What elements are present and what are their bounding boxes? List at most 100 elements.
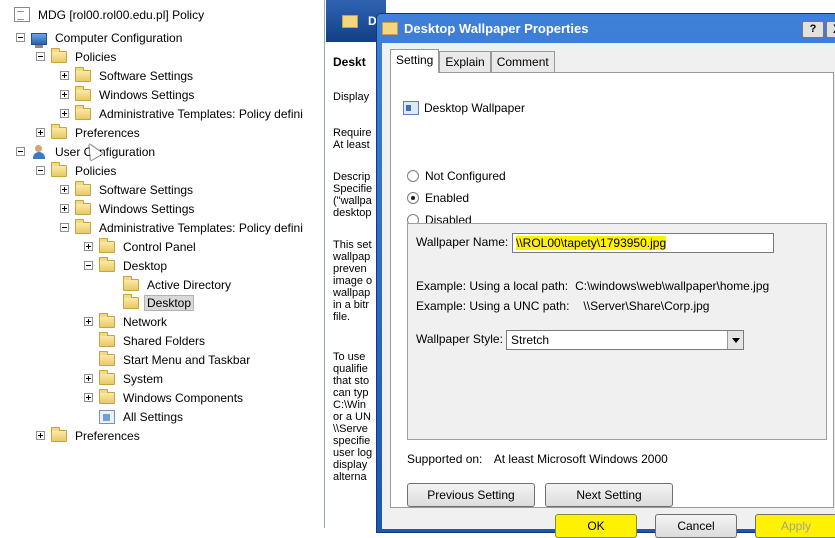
folder-icon [123, 293, 139, 309]
folder-icon [75, 199, 91, 215]
previous-setting-button[interactable]: Previous Setting [407, 483, 535, 507]
tree-item-user-admin-templates[interactable]: Administrative Templates: Policy defini [60, 218, 306, 237]
policy-doc-icon [14, 7, 30, 22]
folder-icon [75, 180, 91, 196]
radio-enabled[interactable]: Enabled [407, 191, 469, 205]
chevron-down-icon[interactable] [727, 331, 743, 349]
wallpaper-style-row: Wallpaper Style: [416, 332, 503, 346]
tree-item-user-preferences[interactable]: Preferences [36, 426, 143, 445]
tree-item-label: Software Settings [99, 182, 194, 197]
radio-circle[interactable] [407, 170, 419, 182]
tree-item-user-software-settings[interactable]: Software Settings [60, 180, 196, 199]
tree-item-label: Preferences [75, 125, 140, 140]
tree-item-label: User Configuration [55, 144, 156, 159]
tree-item-computer-policies[interactable]: Policies [36, 47, 119, 66]
tree-item-computer-windows-settings[interactable]: Windows Settings [60, 85, 197, 104]
tree-item-label: All Settings [123, 409, 184, 424]
folder-icon [99, 331, 115, 347]
tree-item-shared-folders[interactable]: Shared Folders [84, 331, 208, 350]
tree-item-label: Administrative Templates: Policy defini [99, 106, 303, 121]
expand-toggle[interactable] [84, 393, 93, 402]
radio-not-configured[interactable]: Not Configured [407, 169, 506, 183]
tree-item-desktop[interactable]: Desktop [84, 256, 170, 275]
tree-item-computer-preferences[interactable]: Preferences [36, 123, 143, 142]
folder-icon [99, 388, 115, 404]
collapse-toggle[interactable] [16, 147, 25, 156]
tree-item-windows-components[interactable]: Windows Components [84, 388, 246, 407]
collapse-toggle[interactable] [16, 33, 25, 42]
tree-item-label: Computer Configuration [55, 30, 183, 45]
dialog-title: Desktop Wallpaper Properties [404, 21, 589, 36]
expand-toggle[interactable] [84, 374, 93, 383]
tree-item-label: Windows Settings [99, 201, 195, 216]
folder-icon [99, 350, 115, 366]
wallpaper-name-input[interactable]: \\ROL00\tapety\1793950.jpg [512, 233, 774, 253]
ok-button[interactable]: OK [555, 514, 637, 538]
tab-setting[interactable]: Setting [390, 49, 440, 73]
wallpaper-style-select[interactable]: Stretch [506, 330, 744, 350]
wallpaper-name-value: \\ROL00\tapety\1793950.jpg [516, 236, 667, 250]
folder-icon [123, 275, 139, 291]
tree-item-label: Control Panel [123, 239, 196, 254]
expand-toggle[interactable] [84, 317, 93, 326]
tree-item-all-settings[interactable]: All Settings [84, 407, 186, 426]
tree-item-label: Administrative Templates: Policy defini [99, 220, 303, 235]
setting-tab-page: Desktop Wallpaper Not Configured Enabled… [390, 72, 834, 508]
dialog-client: Setting Explain Comment Desktop Wallpape… [382, 43, 835, 538]
tree-item-user-windows-settings[interactable]: Windows Settings [60, 199, 197, 218]
radio-circle-selected[interactable] [407, 192, 419, 204]
tab-explain[interactable]: Explain [439, 51, 491, 73]
tree-item-policy-root[interactable]: MDG [rol00.rol00.edu.pl] Policy [14, 5, 207, 24]
cancel-button[interactable]: Cancel [655, 514, 737, 538]
collapse-toggle[interactable] [36, 166, 45, 175]
expand-toggle[interactable] [60, 204, 69, 213]
folder-icon [99, 237, 115, 253]
help-button[interactable]: ? [802, 21, 824, 38]
tree-item-start-menu-taskbar[interactable]: Start Menu and Taskbar [84, 350, 253, 369]
tree-item-network[interactable]: Network [84, 312, 170, 331]
tree-item-system[interactable]: System [84, 369, 166, 388]
radio-label: Not Configured [425, 169, 506, 183]
tree-item-computer-admin-templates[interactable]: Administrative Templates: Policy defini [60, 104, 306, 123]
user-icon [31, 144, 47, 160]
wallpaper-name-label: Wallpaper Name: [416, 235, 509, 249]
expand-toggle[interactable] [84, 242, 93, 251]
expand-toggle[interactable] [60, 109, 69, 118]
tab-comment[interactable]: Comment [490, 51, 555, 73]
expand-toggle[interactable] [36, 431, 45, 440]
collapse-toggle[interactable] [60, 223, 69, 232]
tree-item-computer-configuration[interactable]: Computer Configuration [16, 28, 185, 48]
collapse-toggle[interactable] [36, 52, 45, 61]
expand-toggle[interactable] [60, 185, 69, 194]
folder-icon [99, 256, 115, 272]
tree-item-control-panel[interactable]: Control Panel [84, 237, 199, 256]
supported-on: Supported on: At least Microsoft Windows… [407, 452, 668, 466]
tree-item-label: Policies [75, 163, 117, 178]
wallpaper-style-value: Stretch [511, 333, 550, 347]
options-panel: Wallpaper Name: \\ROL00\tapety\1793950.j… [407, 223, 827, 440]
next-setting-button[interactable]: Next Setting [545, 483, 673, 507]
folder-icon [99, 312, 115, 328]
expand-toggle[interactable] [36, 128, 45, 137]
dialog-titlebar[interactable]: Desktop Wallpaper Properties [377, 14, 835, 43]
tree-item-computer-software-settings[interactable]: Software Settings [60, 66, 196, 85]
all-settings-icon [99, 409, 115, 424]
apply-button[interactable]: Apply [755, 514, 835, 538]
close-button[interactable]: X [826, 21, 835, 38]
example-unc-row: Example: Using a UNC path: \\Server\Shar… [416, 299, 709, 313]
tree-item-user-policies[interactable]: Policies [36, 161, 119, 180]
collapse-toggle[interactable] [84, 261, 93, 270]
supported-value: At least Microsoft Windows 2000 [493, 452, 668, 466]
tree-item-label: Windows Settings [99, 87, 195, 102]
tree-item-active-directory[interactable]: Active Directory [108, 275, 234, 294]
folder-icon [75, 66, 91, 82]
folder-icon [75, 104, 91, 120]
expand-toggle[interactable] [60, 90, 69, 99]
tree-item-label: Desktop [123, 258, 168, 273]
expand-toggle[interactable] [60, 71, 69, 80]
wallpaper-name-row: Wallpaper Name: [416, 235, 508, 249]
tree-item-label: Network [123, 314, 168, 329]
tree-item-desktop-selected[interactable]: Desktop [108, 293, 195, 312]
radio-label: Enabled [425, 191, 470, 205]
tree-item-label: Start Menu and Taskbar [123, 352, 251, 367]
